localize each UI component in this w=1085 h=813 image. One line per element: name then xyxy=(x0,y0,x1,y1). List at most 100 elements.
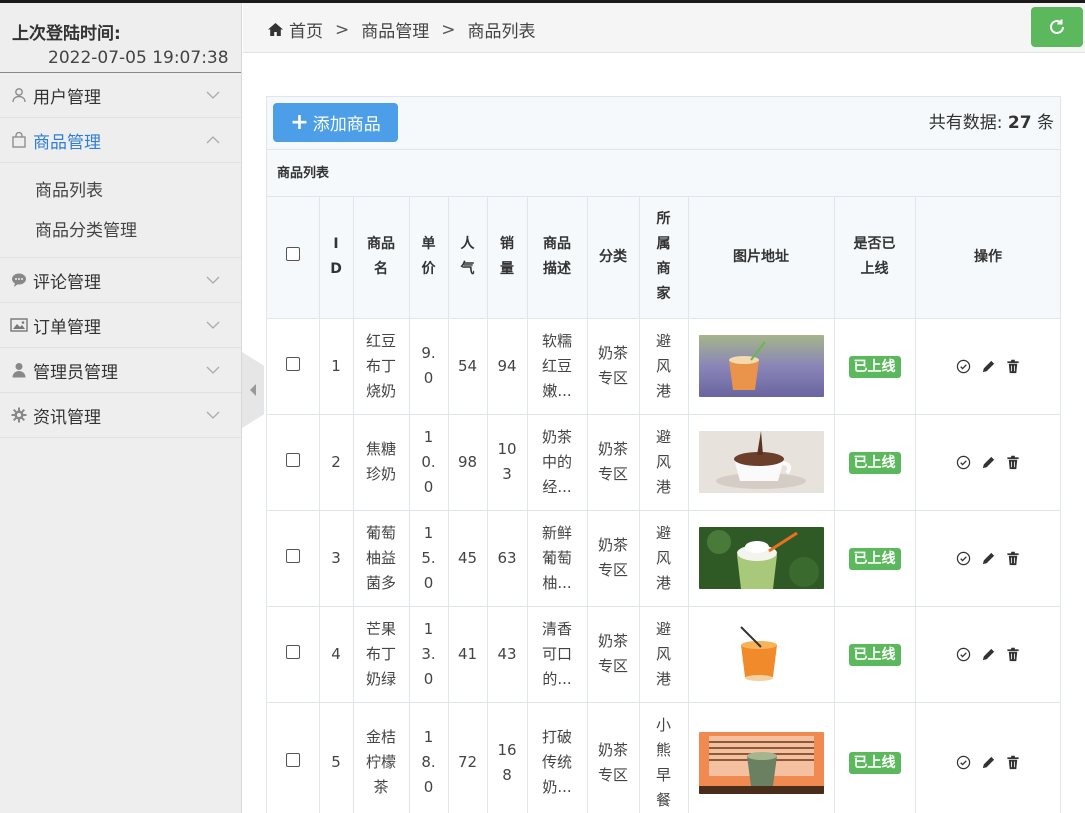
header-col-sales: 销 量 xyxy=(486,197,528,319)
table-title: 商品列表 xyxy=(267,150,1060,197)
status-badge: 已上线 xyxy=(848,355,901,378)
trash-icon[interactable] xyxy=(1006,551,1020,566)
status-cell: 已上线 xyxy=(833,509,916,607)
price-cell: 1 0. 0 xyxy=(408,413,449,511)
breadcrumb-home[interactable]: 首页 xyxy=(289,17,323,42)
sidebar-item-users[interactable]: 用户管理 xyxy=(0,73,241,118)
popularity-cell: 45 xyxy=(447,509,488,607)
header-col-image: 图片地址 xyxy=(687,197,835,319)
row-checkbox[interactable] xyxy=(285,644,300,659)
gear-icon xyxy=(10,406,28,424)
name-cell: 红豆 布丁 烧奶 xyxy=(352,317,410,415)
product-table: I D 商品 名单 价人 气销 量商品 描述 分类所 属 商 家图片地址 是否已 上线… xyxy=(267,197,1060,813)
product-image xyxy=(698,335,824,397)
add-product-label: 添加商品 xyxy=(312,115,381,135)
actions-cell xyxy=(914,317,1060,415)
merchant-cell: 避 风 港 xyxy=(638,317,689,415)
header-col-merchant: 所 属 商 家 xyxy=(638,197,689,319)
desc-cell: 奶茶 中的 经... xyxy=(526,413,588,511)
row-checkbox[interactable] xyxy=(285,356,300,371)
header-col-name: 商品 名 xyxy=(352,197,410,319)
sidebar-item-admins[interactable]: 管理员管理 xyxy=(0,348,241,393)
check-circle-icon[interactable] xyxy=(956,647,971,662)
check-circle-icon[interactable] xyxy=(956,359,971,374)
edit-pencil-icon[interactable] xyxy=(981,755,996,770)
actions-cell xyxy=(914,605,1060,703)
category-cell: 奶茶 专区 xyxy=(586,605,640,703)
trash-icon[interactable] xyxy=(1006,647,1020,662)
id-cell: 2 xyxy=(318,413,354,511)
last-login-label: 上次登陆时间: xyxy=(12,24,121,44)
breadcrumb: 首页 > 商品管理 > 商品列表 xyxy=(267,17,536,42)
sidebar-item-news[interactable]: 资讯管理 xyxy=(0,393,241,438)
name-cell: 葡萄 柚益 菌多 xyxy=(352,509,410,607)
select-cell xyxy=(267,413,320,511)
popularity-cell: 41 xyxy=(447,605,488,703)
category-cell: 奶茶 专区 xyxy=(586,413,640,511)
category-cell: 奶茶 专区 xyxy=(586,701,640,813)
check-circle-icon[interactable] xyxy=(956,455,971,470)
home-icon xyxy=(268,23,283,36)
select-cell xyxy=(267,509,320,607)
edit-pencil-icon[interactable] xyxy=(981,551,996,566)
select-cell xyxy=(267,317,320,415)
id-cell: 3 xyxy=(318,509,354,607)
caret-left-icon xyxy=(250,384,256,396)
check-circle-icon[interactable] xyxy=(956,551,971,566)
edit-pencil-icon[interactable] xyxy=(981,647,996,662)
merchant-cell: 小 熊 早 餐 xyxy=(638,701,689,813)
desc-cell: 打破 传统 奶... xyxy=(526,701,588,813)
products-submenu: 商品列表 商品分类管理 xyxy=(0,163,241,258)
refresh-button[interactable] xyxy=(1031,7,1083,47)
table-row: 4 芒果 布丁 奶绿 1 3. 0 41 43 清香 可口 的... 奶茶 专区避 风 港 已… xyxy=(267,605,1060,703)
sidebar-item-label: 评论管理 xyxy=(33,272,101,293)
sidebar-item-orders[interactable]: 订单管理 xyxy=(0,303,241,348)
actions-cell xyxy=(914,413,1060,511)
select-all-checkbox[interactable] xyxy=(285,246,300,261)
image-cell xyxy=(687,605,835,703)
sidebar-collapse-toggle[interactable] xyxy=(242,352,264,428)
merchant-cell: 避 风 港 xyxy=(638,605,689,703)
sidebar: 上次登陆时间: 2022-07-05 19:07:38 用户管理 商品管理 商品… xyxy=(0,3,242,813)
submenu-item-product-list[interactable]: 商品列表 xyxy=(0,171,241,211)
chevron-down-icon xyxy=(206,91,220,99)
category-cell: 奶茶 专区 xyxy=(586,317,640,415)
sales-cell: 10 3 xyxy=(486,413,528,511)
sidebar-item-comments[interactable]: 评论管理 xyxy=(0,258,241,303)
row-checkbox[interactable] xyxy=(285,548,300,563)
header-col-status: 是否已 上线 xyxy=(833,197,916,319)
sidebar-item-products[interactable]: 商品管理 xyxy=(0,118,241,163)
edit-pencil-icon[interactable] xyxy=(981,455,996,470)
table-header-row: I D 商品 名单 价人 气销 量商品 描述 分类所 属 商 家图片地址 是否已 上线… xyxy=(267,197,1060,319)
comment-icon xyxy=(10,271,28,289)
status-cell: 已上线 xyxy=(833,605,916,703)
row-checkbox[interactable] xyxy=(285,753,300,767)
row-checkbox[interactable] xyxy=(285,452,300,467)
sidebar-item-label: 资讯管理 xyxy=(33,407,101,428)
sales-cell: 63 xyxy=(486,509,528,607)
breadcrumb-item[interactable]: 商品管理 xyxy=(361,17,429,42)
sales-cell: 43 xyxy=(486,605,528,703)
table-row: 2 焦糖 珍奶 1 0. 0 98 10 3 奶茶 中的 经... 奶茶 专区避 风 港 已上… xyxy=(267,413,1060,511)
breadcrumb-separator: > xyxy=(335,19,350,40)
add-product-button[interactable]: + 添加商品 xyxy=(273,103,398,142)
admin-user-icon xyxy=(10,361,28,379)
trash-icon[interactable] xyxy=(1006,359,1020,374)
trash-icon[interactable] xyxy=(1006,455,1020,470)
last-login-box: 上次登陆时间: 2022-07-05 19:07:38 xyxy=(0,3,241,73)
header-col-category: 分类 xyxy=(586,197,640,319)
picture-icon xyxy=(10,316,28,334)
price-cell: 1 5. 0 xyxy=(408,509,449,607)
edit-pencil-icon[interactable] xyxy=(981,359,996,374)
desc-cell: 清香 可口 的... xyxy=(526,605,588,703)
submenu-item-category-manage[interactable]: 商品分类管理 xyxy=(0,211,241,251)
category-cell: 奶茶 专区 xyxy=(586,509,640,607)
check-circle-icon[interactable] xyxy=(956,755,971,770)
sales-cell: 94 xyxy=(486,317,528,415)
user-icon xyxy=(10,86,28,104)
merchant-cell: 避 风 港 xyxy=(638,509,689,607)
status-cell: 已上线 xyxy=(833,317,916,415)
name-cell: 芒果 布丁 奶绿 xyxy=(352,605,410,703)
trash-icon[interactable] xyxy=(1006,755,1020,770)
product-image xyxy=(698,623,824,685)
